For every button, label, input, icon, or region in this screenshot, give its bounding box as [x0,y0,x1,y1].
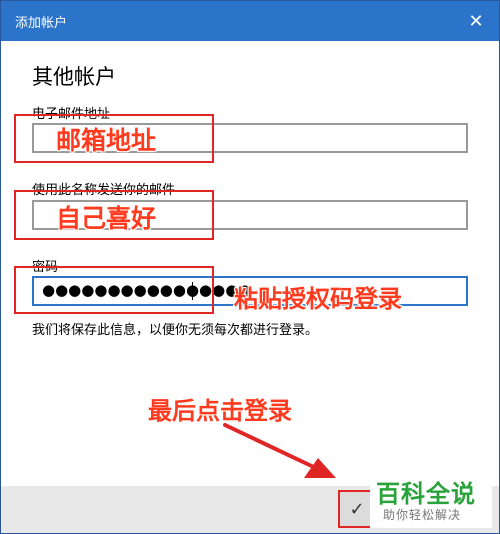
arrow-icon [223,423,336,478]
watermark-tagline: 助你轻松解决 [383,508,462,522]
checkmark-icon: ✓ [349,498,365,520]
watermark-logo: 百科全说 [376,480,476,508]
